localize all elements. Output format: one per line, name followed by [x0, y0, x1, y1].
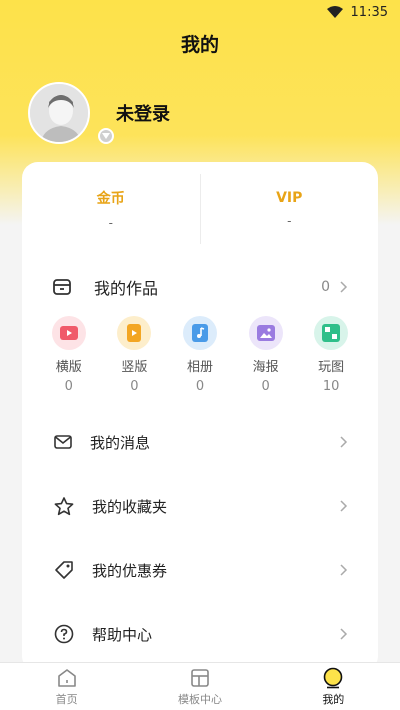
status-time: 11:35	[350, 4, 388, 20]
stat-vip[interactable]: VIP -	[201, 170, 379, 248]
tab-templates[interactable]: 模板中心	[133, 663, 266, 710]
poster-icon	[248, 316, 283, 350]
box-icon	[52, 277, 72, 297]
works-grid: 横版 0 竖版 0 相册 0 海报 0 玩图 10	[36, 316, 364, 394]
stat-value: -	[108, 216, 113, 230]
play-image-icon	[314, 316, 349, 350]
tab-mine[interactable]: 我的	[267, 663, 400, 710]
stat-label: VIP	[276, 190, 303, 206]
grid-label: 相册	[186, 360, 213, 375]
horizontal-video-icon	[51, 316, 86, 350]
coupon-tag-icon	[55, 561, 73, 579]
tab-label: 我的	[322, 692, 345, 706]
home-icon	[56, 667, 78, 689]
chevron-right-icon	[340, 564, 348, 576]
menu-label: 我的优惠券	[92, 561, 168, 580]
status-bar: 11:35	[0, 0, 400, 24]
wifi-icon	[326, 6, 343, 18]
main-card: 金币 - VIP - 我的作品 0 横版 0 竖版 0 相册 0 海报 0 玩图…	[22, 162, 378, 672]
chevron-right-icon	[340, 281, 348, 293]
works-item-play-image[interactable]: 玩图 10	[298, 316, 364, 394]
avatar-badge-icon	[98, 128, 114, 144]
album-icon	[182, 316, 217, 350]
chevron-right-icon	[340, 500, 348, 512]
grid-label: 玩图	[318, 360, 345, 375]
tab-label: 首页	[55, 692, 78, 706]
grid-label: 海报	[252, 360, 279, 375]
menu-item-messages[interactable]: 我的消息	[22, 410, 378, 474]
help-icon	[54, 624, 74, 644]
menu-label: 帮助中心	[92, 625, 153, 644]
stat-value: -	[287, 214, 292, 228]
grid-value: 0	[195, 379, 205, 394]
menu-list: 我的消息 我的收藏夹 我的优惠券 帮助中心	[22, 410, 378, 666]
grid-label: 竖版	[121, 360, 148, 375]
stat-coins[interactable]: 金币 -	[22, 170, 200, 248]
menu-item-coupons[interactable]: 我的优惠券	[22, 538, 378, 602]
works-item-horizontal[interactable]: 横版 0	[36, 316, 102, 394]
star-icon	[54, 496, 74, 515]
login-status-text[interactable]: 未登录	[116, 100, 170, 126]
vertical-video-icon	[117, 316, 152, 350]
avatar[interactable]	[28, 82, 90, 144]
tab-label: 模板中心	[177, 692, 222, 706]
stats-row: 金币 - VIP -	[22, 170, 378, 248]
profile-section[interactable]: 未登录	[28, 82, 170, 144]
menu-label: 我的消息	[90, 433, 151, 452]
works-item-vertical[interactable]: 竖版 0	[102, 316, 168, 394]
works-item-poster[interactable]: 海报 0	[233, 316, 299, 394]
works-title: 我的作品	[94, 279, 159, 298]
menu-item-favorites[interactable]: 我的收藏夹	[22, 474, 378, 538]
bottom-tab-bar: 首页 模板中心 我的	[0, 662, 400, 710]
stat-label: 金币	[96, 191, 125, 207]
grid-value: 10	[322, 379, 340, 394]
grid-value: 0	[64, 379, 73, 394]
avatar-placeholder-icon	[30, 84, 88, 142]
mail-icon	[54, 435, 72, 449]
menu-label: 我的收藏夹	[92, 497, 168, 516]
menu-item-help[interactable]: 帮助中心	[22, 602, 378, 666]
grid-value: 0	[261, 379, 270, 394]
grid-value: 0	[130, 379, 139, 394]
template-icon	[189, 667, 211, 689]
works-count: 0	[321, 279, 330, 295]
tab-home[interactable]: 首页	[0, 663, 133, 710]
chevron-right-icon	[340, 628, 348, 640]
chevron-right-icon	[340, 436, 348, 448]
page-title: 我的	[180, 34, 219, 56]
profile-icon	[322, 667, 344, 689]
my-works-row[interactable]: 我的作品 0	[22, 270, 378, 304]
grid-label: 横版	[55, 360, 82, 375]
works-item-album[interactable]: 相册 0	[167, 316, 233, 394]
